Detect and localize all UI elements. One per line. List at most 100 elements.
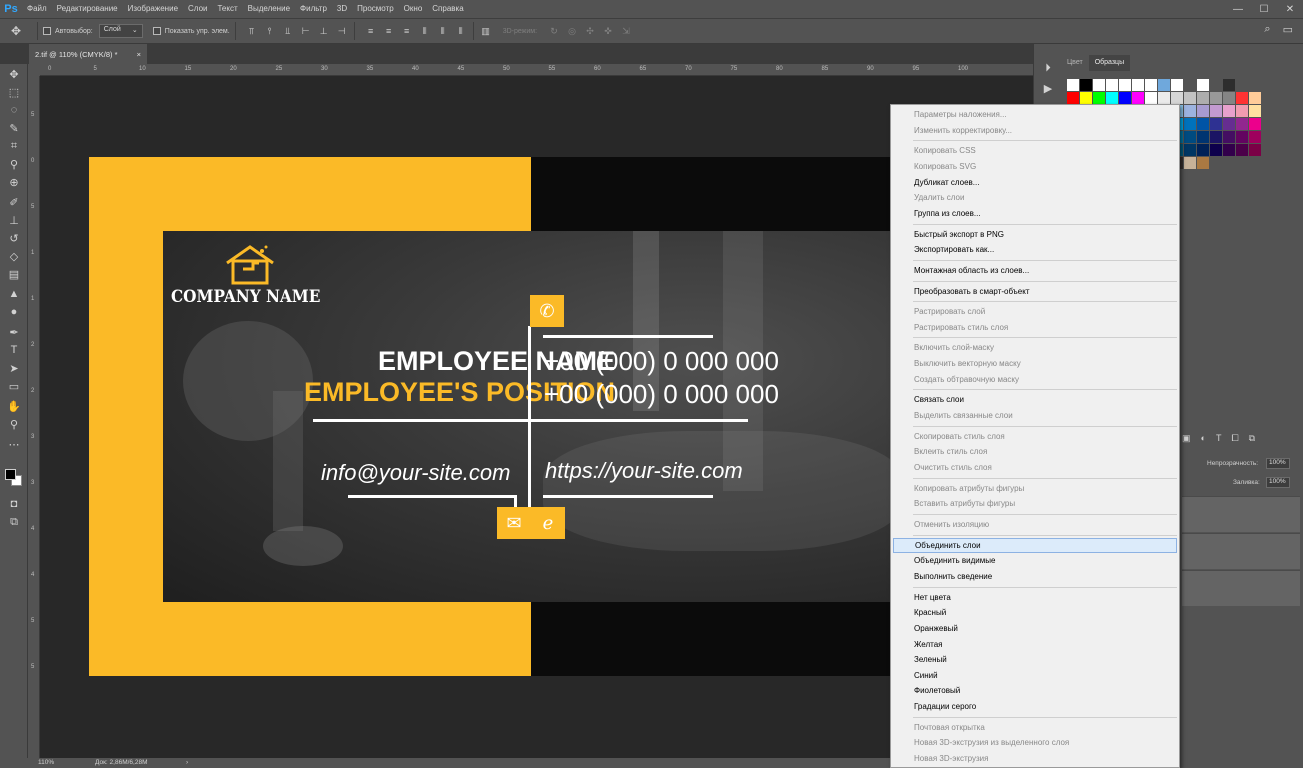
history-panel-icon[interactable]: ⏵: [1038, 60, 1058, 76]
color-swatch[interactable]: [1093, 79, 1105, 91]
smart-filter-icon[interactable]: ⧉: [1249, 433, 1255, 444]
menu-item[interactable]: Редактирование: [52, 0, 123, 18]
horizontal-ruler[interactable]: 0 5 10 15 20 25 30 35 40 45 50 55 60 65 70 75 80 85 90 95 10…: [40, 64, 1033, 76]
menu-item[interactable]: Файл: [22, 0, 52, 18]
color-swatch[interactable]: [1158, 79, 1170, 91]
color-swatch[interactable]: [1236, 92, 1248, 104]
pen-tool-icon[interactable]: ✒: [4, 324, 24, 340]
color-swatch[interactable]: [1171, 79, 1183, 91]
color-swatch[interactable]: [1249, 79, 1261, 91]
color-swatch[interactable]: [1145, 92, 1157, 104]
close-button[interactable]: ✕: [1277, 0, 1303, 18]
color-swatch[interactable]: [1236, 79, 1248, 91]
color-swatch[interactable]: [1080, 79, 1092, 91]
dodge-tool-icon[interactable]: ●: [4, 304, 24, 320]
align-vcenter-icon[interactable]: ⫯: [263, 24, 277, 38]
menu-item[interactable]: Просмотр: [352, 0, 399, 18]
shape-filter-icon[interactable]: ⧠: [1231, 433, 1238, 444]
color-swatch[interactable]: [1249, 131, 1261, 143]
color-swatch[interactable]: [1184, 157, 1196, 169]
color-swatch[interactable]: [1145, 79, 1157, 91]
color-swatch[interactable]: [1158, 92, 1170, 104]
lasso-tool-icon[interactable]: ◌: [4, 102, 24, 118]
gradient-tool-icon[interactable]: ▤: [4, 266, 24, 282]
context-menu-item[interactable]: Нет цвета: [893, 590, 1177, 605]
distribute-vcenter-icon[interactable]: ≡: [382, 24, 396, 38]
color-swatch[interactable]: [1093, 92, 1105, 104]
color-swatch[interactable]: [1184, 105, 1196, 117]
color-swatch[interactable]: [1249, 92, 1261, 104]
adjustment-filter-icon[interactable]: ◐: [1201, 433, 1206, 444]
path-select-tool-icon[interactable]: ➤: [4, 360, 24, 376]
workspace-icon[interactable]: ▭: [1283, 23, 1293, 36]
color-swatch[interactable]: [1210, 131, 1222, 143]
brush-tool-icon[interactable]: ✐: [4, 194, 24, 210]
tab-color[interactable]: Цвет: [1061, 55, 1089, 71]
context-menu-item[interactable]: Желтая: [893, 637, 1177, 652]
color-swatch[interactable]: [1197, 131, 1209, 143]
search-icon[interactable]: ⌕: [1264, 23, 1270, 36]
auto-align-icon[interactable]: ▥: [479, 24, 493, 38]
color-swatch[interactable]: [1184, 92, 1196, 104]
color-swatch[interactable]: [1132, 79, 1144, 91]
minimize-button[interactable]: —: [1225, 0, 1251, 18]
context-menu-item[interactable]: Связать слои: [893, 392, 1177, 407]
quick-select-tool-icon[interactable]: ✎: [4, 120, 24, 136]
context-menu-item[interactable]: Группа из слоев...: [893, 206, 1177, 221]
color-swatch[interactable]: [1119, 79, 1131, 91]
color-swatch[interactable]: [1249, 144, 1261, 156]
distribute-left-icon[interactable]: ⦀: [418, 24, 432, 38]
context-menu-item[interactable]: Быстрый экспорт в PNG: [893, 227, 1177, 242]
document-tab[interactable]: 2.tif @ 110% (CMYK/8) * ×: [29, 44, 147, 64]
zoom-tool-icon[interactable]: ⚲: [4, 416, 24, 432]
menu-item[interactable]: Окно: [399, 0, 428, 18]
color-swatch[interactable]: [1223, 105, 1235, 117]
context-menu-item[interactable]: Синий: [893, 668, 1177, 683]
move-tool-icon[interactable]: ✥: [4, 66, 24, 82]
color-swatch[interactable]: [1197, 79, 1209, 91]
color-swatch[interactable]: [1119, 92, 1131, 104]
3d-slide-icon[interactable]: ✜: [601, 24, 615, 38]
color-swatch[interactable]: [1236, 144, 1248, 156]
clone-stamp-tool-icon[interactable]: ⊥: [4, 212, 24, 228]
color-swatch[interactable]: [1197, 144, 1209, 156]
3d-roll-icon[interactable]: ◎: [565, 24, 579, 38]
color-swatch[interactable]: [1067, 92, 1079, 104]
eyedropper-tool-icon[interactable]: ⚲: [4, 156, 24, 172]
opacity-field[interactable]: 100%: [1266, 458, 1290, 469]
color-swatch[interactable]: [1249, 118, 1261, 130]
color-swatch[interactable]: [1223, 144, 1235, 156]
vertical-ruler[interactable]: 5 0 5 1 1 2 2 3 3 4 4 5 5: [28, 76, 40, 758]
move-tool-preset-icon[interactable]: ✥: [0, 20, 32, 42]
context-menu-item[interactable]: Экспортировать как...: [893, 242, 1177, 257]
hand-tool-icon[interactable]: ✋: [4, 398, 24, 414]
color-swatch[interactable]: [1249, 105, 1261, 117]
align-top-icon[interactable]: ⫪: [245, 24, 259, 38]
context-menu-item[interactable]: Зеленый: [893, 652, 1177, 667]
auto-select-option[interactable]: Автовыбор:: [43, 27, 93, 35]
context-menu-item[interactable]: Фиолетовый: [893, 683, 1177, 698]
auto-select-dropdown[interactable]: Слой ⌄: [98, 24, 143, 38]
marquee-tool-icon[interactable]: ⬚: [4, 84, 24, 100]
color-swatch[interactable]: [1210, 105, 1222, 117]
color-swatch[interactable]: [1236, 105, 1248, 117]
color-swatch[interactable]: [1184, 79, 1196, 91]
color-swatch[interactable]: [1223, 131, 1235, 143]
align-bottom-icon[interactable]: ⫫: [281, 24, 295, 38]
color-swatch[interactable]: [1210, 79, 1222, 91]
menu-item[interactable]: 3D: [332, 0, 352, 18]
status-menu-arrow[interactable]: ›: [186, 759, 188, 766]
distribute-bottom-icon[interactable]: ≡: [400, 24, 414, 38]
color-swatch[interactable]: [1184, 131, 1196, 143]
context-menu-item[interactable]: Объединить видимые: [893, 553, 1177, 568]
menu-item[interactable]: Текст: [212, 0, 242, 18]
color-swatch[interactable]: [1106, 92, 1118, 104]
quick-mask-icon[interactable]: ◘: [4, 496, 24, 512]
maximize-button[interactable]: ☐: [1251, 0, 1277, 18]
color-swatch[interactable]: [1106, 79, 1118, 91]
color-swatch[interactable]: [1210, 92, 1222, 104]
zoom-level[interactable]: 110%: [38, 759, 54, 766]
context-menu-item[interactable]: Градации серого: [893, 699, 1177, 714]
actions-panel-icon[interactable]: ▶: [1038, 80, 1058, 96]
color-swatch[interactable]: [1223, 79, 1235, 91]
